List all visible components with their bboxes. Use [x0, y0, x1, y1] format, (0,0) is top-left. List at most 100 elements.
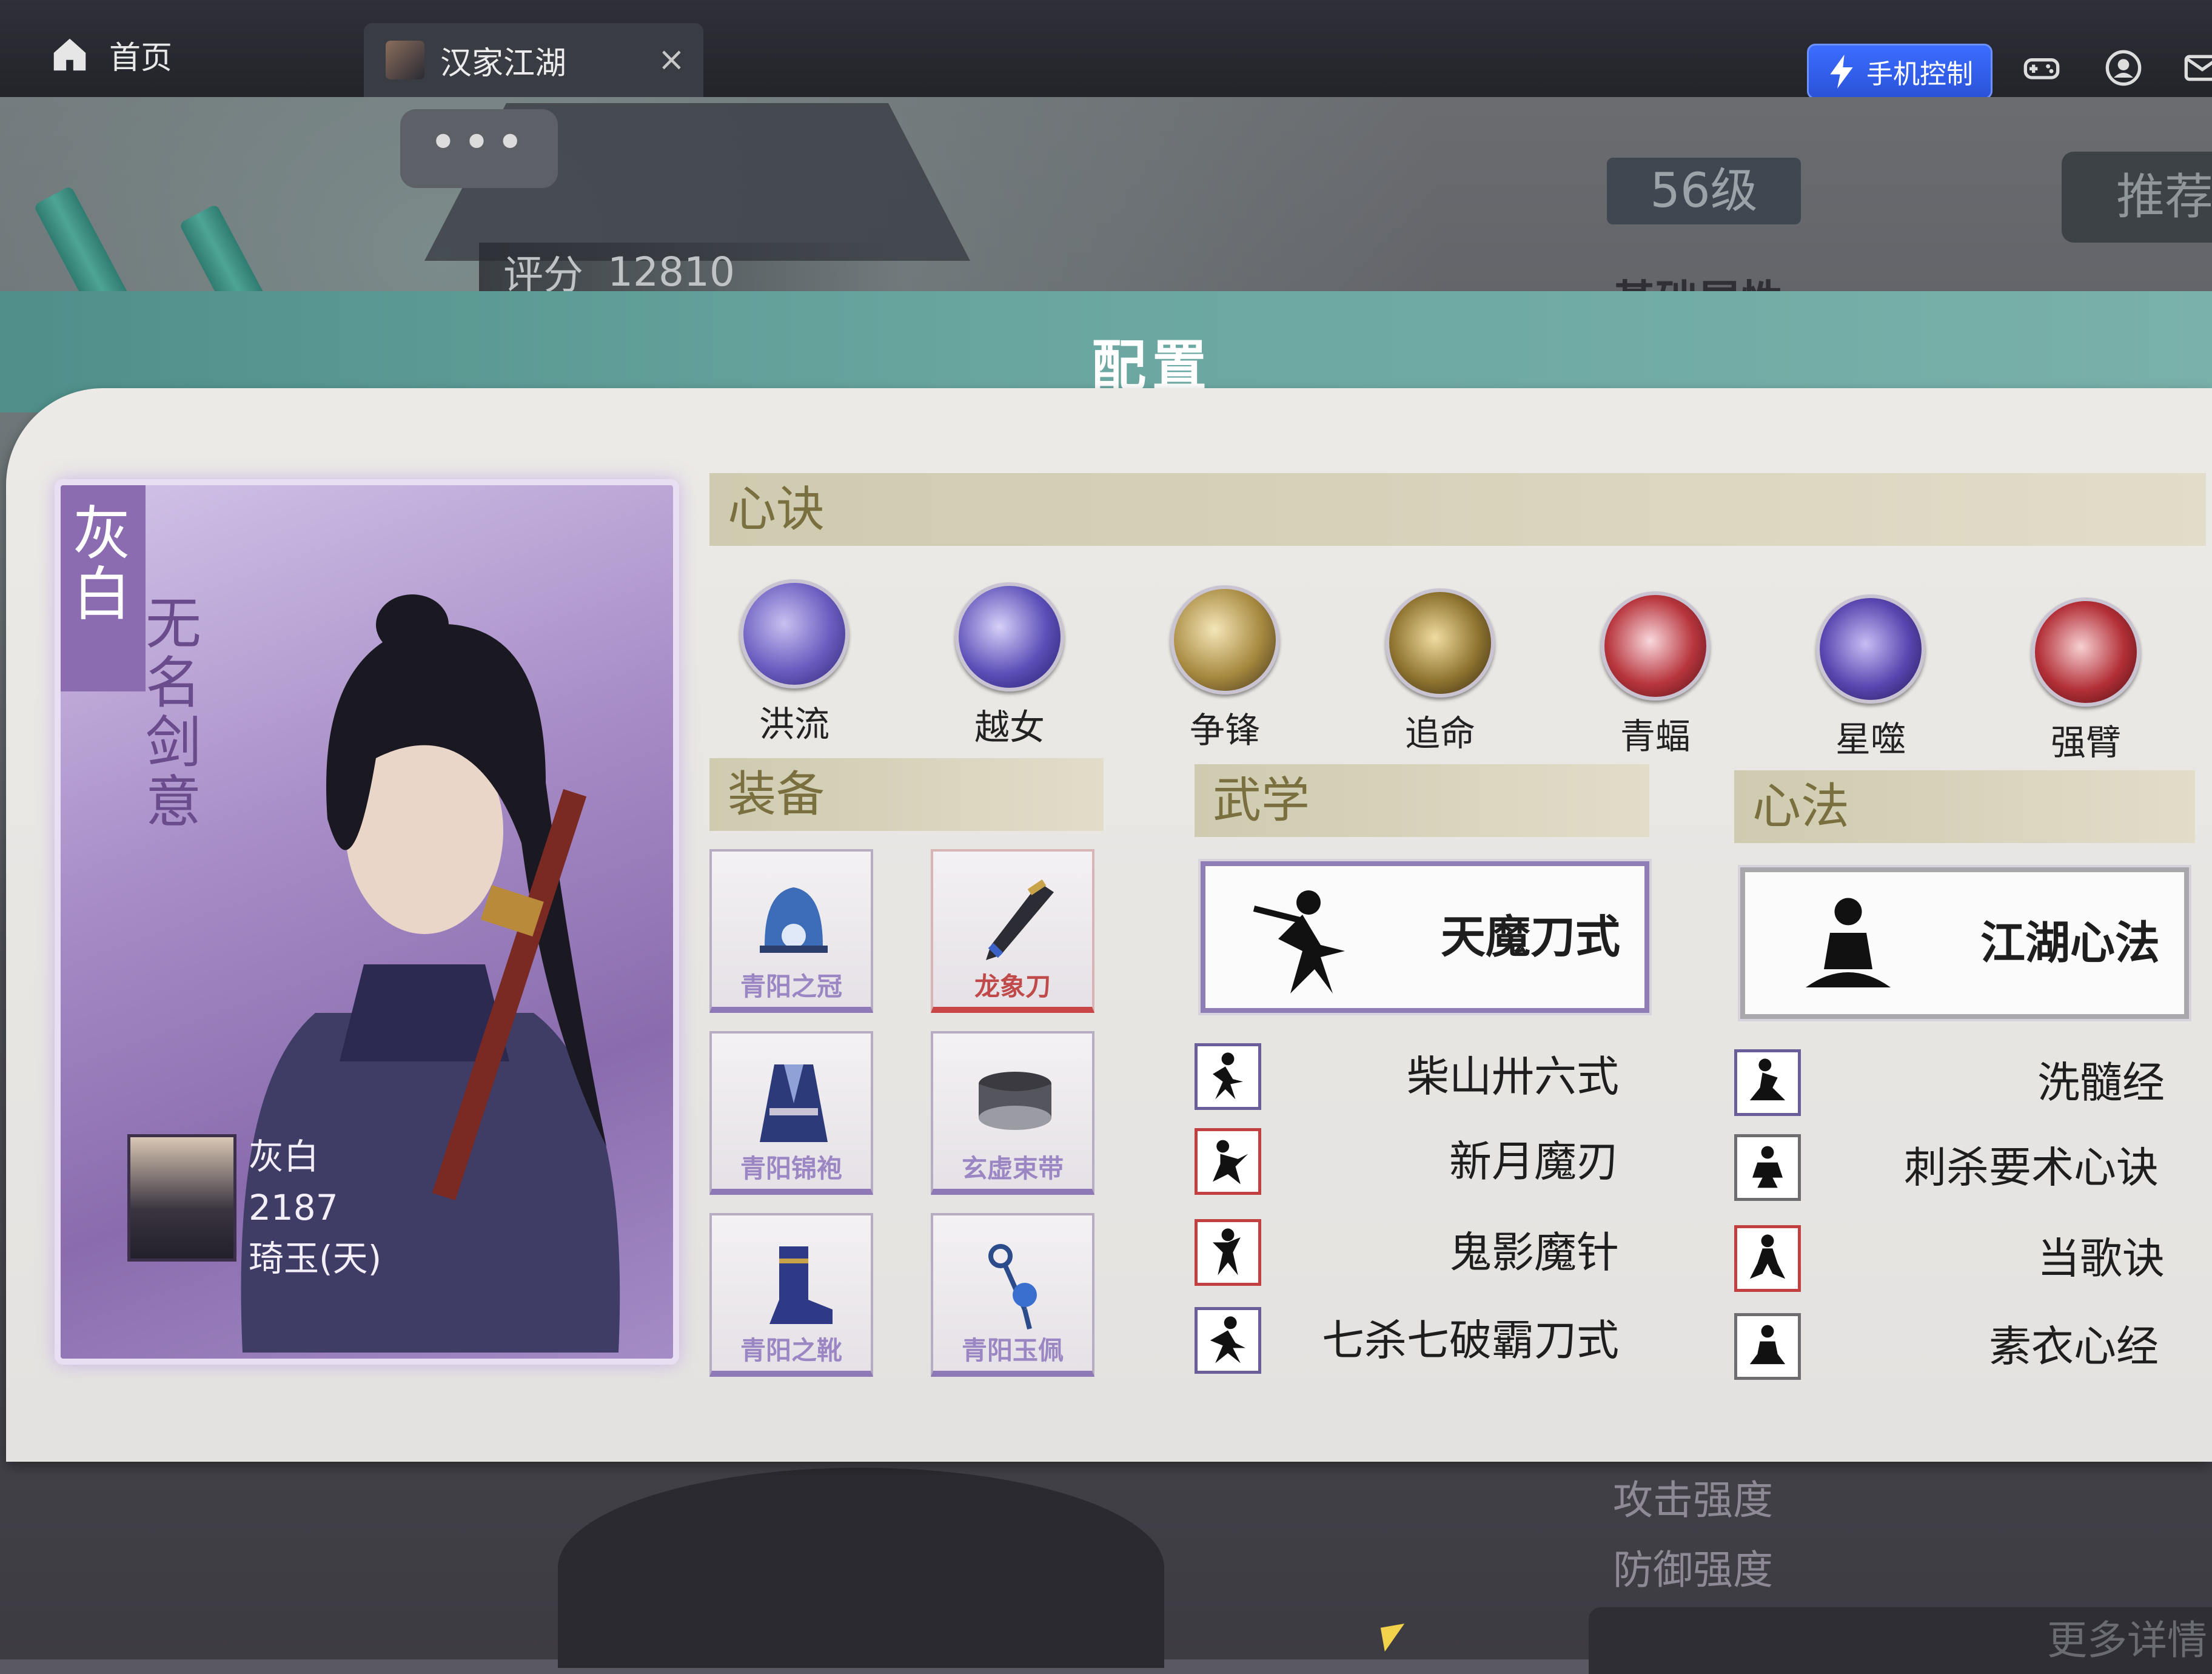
swirl-skill-icon	[740, 579, 849, 688]
main-heart-method-label: 江湖心法	[1980, 917, 2160, 969]
meditating-figure-icon	[1806, 898, 1891, 987]
character-name-vertical: 灰白	[73, 500, 131, 628]
attack-label: 攻击强度	[1613, 1477, 1773, 1524]
strong-arm-skill-icon	[2031, 597, 2140, 707]
score-value: 12810	[608, 248, 735, 295]
belt-icon	[979, 1072, 1051, 1130]
robe-icon	[760, 1064, 828, 1142]
mail-icon[interactable]	[2183, 49, 2212, 87]
heart-method-row[interactable]: 刺杀要术心诀	[1734, 1134, 2159, 1207]
martial-art-row[interactable]: 柴山卅六式	[1195, 1043, 1619, 1116]
skill-label: 强臂	[2050, 722, 2121, 763]
skill-label: 星噬	[1835, 719, 1906, 760]
xinjue-header: 心诀	[709, 473, 2206, 546]
martial-pose-icon	[1195, 1219, 1261, 1286]
martial-pose-icon	[1195, 1043, 1261, 1110]
helmet-icon	[760, 887, 828, 953]
mouse-cursor-icon	[1380, 1623, 1409, 1652]
bat-skill-icon	[1601, 591, 1710, 701]
martial-arts-header: 武学	[1195, 764, 1649, 837]
more-details-button[interactable]: 更多详情	[1589, 1607, 2212, 1674]
user-icon[interactable]	[2104, 49, 2143, 87]
equipment-label: 青阳之靴	[740, 1336, 842, 1365]
close-icon[interactable]: ×	[658, 40, 685, 78]
martial-pose-icon	[1734, 1134, 1801, 1201]
home-tab-label: 首页	[109, 39, 173, 76]
game-tab-label: 汉家江湖	[440, 45, 567, 82]
equipment-header: 装备	[709, 758, 1104, 831]
character-server: 琦玉(天)	[249, 1238, 382, 1279]
martial-art-label: 新月魔刃	[1449, 1137, 1619, 1186]
xinjue-skill[interactable]: 争锋	[1164, 585, 1285, 753]
skill-label: 洪流	[759, 704, 830, 745]
fist-strike-skill-icon	[1170, 585, 1279, 694]
crescent-skill-icon	[955, 582, 1064, 691]
xinjue-skill[interactable]: 青蝠	[1595, 591, 1716, 759]
xinjue-skill[interactable]: 洪流	[734, 579, 855, 747]
recommend-button[interactable]: 推荐	[2062, 152, 2212, 243]
martial-art-row[interactable]: 七杀七破霸刀式	[1195, 1307, 1619, 1380]
martial-art-row[interactable]: 新月魔刃	[1195, 1128, 1619, 1201]
defense-label: 防御强度	[1613, 1547, 1773, 1593]
lightning-icon	[1830, 55, 1853, 89]
character-avatar	[127, 1134, 236, 1262]
game-tab[interactable]: 汉家江湖 ×	[364, 23, 703, 97]
martial-pose-icon	[1195, 1307, 1261, 1374]
skill-label: 追命	[1404, 713, 1475, 754]
equipment-label: 青阳锦袍	[740, 1154, 842, 1183]
main-martial-art-slot[interactable]: 天魔刀式	[1198, 859, 1652, 1015]
character-number: 2187	[249, 1187, 338, 1228]
character-name: 灰白	[249, 1136, 320, 1177]
equipment-slot[interactable]: 玄虚束带	[931, 1031, 1094, 1195]
gamepad-icon[interactable]	[2022, 49, 2061, 87]
blade-icon	[986, 879, 1054, 960]
xinjue-skill[interactable]: 强臂	[2025, 597, 2147, 765]
home-tab[interactable]: 首页	[49, 30, 172, 79]
heart-method-label: 洗髓经	[2037, 1058, 2165, 1108]
heart-method-label: 刺杀要术心诀	[1904, 1143, 2159, 1192]
equipment-slot[interactable]: 青阳玉佩	[931, 1213, 1094, 1377]
character-card: 灰白 无名剑意 灰白 2187 琦玉(天)	[55, 479, 679, 1365]
heart-method-label: 当歌诀	[2037, 1234, 2165, 1283]
title-bar: 首页 汉家江湖 × 手机控制	[0, 0, 2212, 99]
main-heart-method-slot[interactable]: 江湖心法	[1738, 865, 2191, 1021]
heart-method-row[interactable]: 素衣心经	[1734, 1313, 2159, 1386]
martial-art-row[interactable]: 鬼影魔针	[1195, 1219, 1619, 1292]
home-icon	[53, 38, 86, 71]
skill-label: 青蝠	[1620, 716, 1691, 757]
martial-art-label: 鬼影魔针	[1449, 1228, 1619, 1277]
equipment-slot[interactable]: 青阳之冠	[709, 849, 873, 1013]
skill-label: 争锋	[1189, 710, 1260, 751]
martial-pose-icon	[1734, 1225, 1801, 1292]
heart-method-row[interactable]: 当歌诀	[1734, 1225, 2165, 1298]
level-badge: 56级	[1607, 158, 1801, 224]
xinjue-skill[interactable]: 追命	[1379, 588, 1501, 756]
chat-button[interactable]: •••	[400, 109, 558, 188]
sword-fighter-icon	[1253, 890, 1345, 993]
equipment-label: 玄虚束带	[961, 1154, 1064, 1183]
heart-method-label: 素衣心经	[1989, 1322, 2159, 1371]
martial-pose-icon	[1734, 1313, 1801, 1380]
martial-pose-icon	[1734, 1049, 1801, 1116]
character-silhouette	[558, 1468, 1164, 1668]
martial-art-label: 七杀七破霸刀式	[1322, 1316, 1619, 1365]
phone-control-button[interactable]: 手机控制	[1807, 44, 1992, 99]
dash-skill-icon	[1386, 588, 1495, 698]
character-info: 灰白 2187 琦玉(天)	[249, 1131, 381, 1284]
equipment-slot[interactable]: 龙象刀	[931, 849, 1094, 1013]
equipment-slot[interactable]: 青阳锦袍	[709, 1031, 873, 1195]
heart-method-header: 心法	[1734, 770, 2195, 843]
heart-method-row[interactable]: 洗髓经	[1734, 1049, 2165, 1122]
xinjue-skill[interactable]: 越女	[949, 582, 1070, 750]
equipment-label: 青阳之冠	[740, 972, 842, 1001]
boots-icon	[769, 1246, 833, 1324]
xinjue-skill[interactable]: 星噬	[1810, 594, 1931, 762]
main-martial-art-label: 天魔刀式	[1441, 911, 1620, 963]
equipment-slot[interactable]: 青阳之靴	[709, 1213, 873, 1377]
star-devour-skill-icon	[1816, 594, 1925, 704]
jade-pendant-icon	[988, 1244, 1037, 1329]
equipment-label: 龙象刀	[974, 972, 1051, 1001]
game-tab-avatar	[386, 41, 424, 79]
phone-control-label: 手机控制	[1866, 59, 1973, 90]
martial-pose-icon	[1195, 1128, 1261, 1195]
